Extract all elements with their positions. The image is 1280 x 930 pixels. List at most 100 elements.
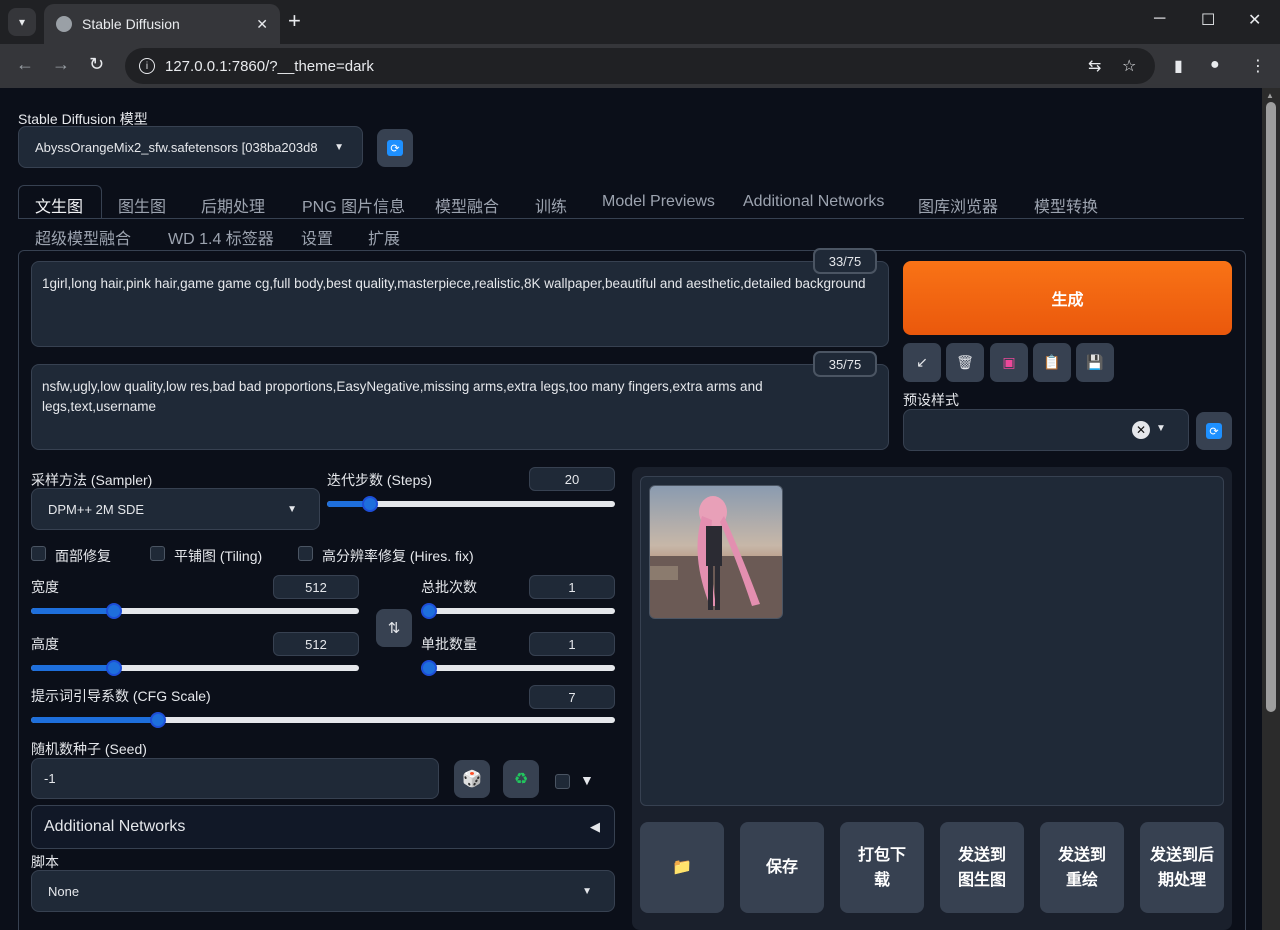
clear-prompt-button[interactable]: 🗑 (946, 343, 984, 382)
tab-extras[interactable]: 后期处理 (201, 193, 265, 217)
forward-icon[interactable]: → (52, 54, 70, 75)
steps-input[interactable]: 20 (529, 467, 615, 491)
extra-seed-checkbox[interactable] (555, 774, 570, 789)
translate-icon[interactable]: ⇆ (1088, 56, 1101, 76)
scroll-thumb[interactable] (1266, 102, 1276, 712)
send-to-inpaint-button[interactable]: 发送到重绘 (1040, 822, 1124, 913)
tab-super-merge[interactable]: 超级模型融合 (35, 225, 131, 249)
restore-faces-checkbox[interactable] (31, 546, 46, 561)
tab-settings[interactable]: 设置 (301, 225, 333, 249)
tab-extensions[interactable]: 扩展 (368, 225, 400, 249)
close-tab-icon[interactable]: ✕ (256, 16, 268, 33)
height-slider-knob[interactable] (106, 660, 122, 676)
width-slider[interactable] (31, 603, 359, 619)
additional-networks-accordion[interactable]: Additional Networks ◀ (31, 805, 615, 849)
extra-networks-button[interactable]: ▣ (990, 343, 1028, 382)
steps-slider[interactable] (327, 496, 615, 512)
cfg-input[interactable]: 7 (529, 685, 615, 709)
refresh-icon: ⟳ (1206, 423, 1222, 439)
back-icon[interactable]: ← (16, 54, 34, 75)
side-panel-icon[interactable]: ▮ (1174, 56, 1183, 76)
tab-train[interactable]: 训练 (535, 193, 567, 217)
site-info-icon[interactable]: i (139, 58, 155, 74)
tab-additional-networks[interactable]: Additional Networks (743, 193, 884, 211)
reuse-seed-button[interactable]: ♻ (503, 760, 539, 798)
tab-merge[interactable]: 模型融合 (435, 193, 499, 217)
read-params-button[interactable]: ↙ (903, 343, 941, 382)
clear-icon[interactable]: ✕ (1132, 421, 1150, 439)
reload-icon[interactable]: ↻ (89, 54, 104, 75)
sampler-select[interactable]: DPM++ 2M SDE ▼ (31, 488, 320, 530)
swap-dimensions-button[interactable]: ⇅ (376, 609, 412, 647)
cfg-label: 提示词引导系数 (CFG Scale) (31, 688, 211, 704)
tab-img2img[interactable]: 图生图 (118, 193, 166, 217)
recycle-icon: ♻ (513, 771, 529, 788)
width-slider-knob[interactable] (106, 603, 122, 619)
script-select[interactable]: None ▼ (31, 870, 615, 912)
script-label: 脚本 (31, 854, 59, 870)
browser-tab[interactable]: Stable Diffusion ✕ (44, 4, 280, 44)
positive-token-counter: 33/75 (813, 248, 877, 274)
close-window-icon[interactable]: ✕ (1248, 10, 1261, 30)
script-value: None (48, 883, 80, 899)
hires-fix-checkbox[interactable] (298, 546, 313, 561)
send-to-img2img-button[interactable]: 发送到图生图 (940, 822, 1024, 913)
height-slider[interactable] (31, 660, 359, 676)
seed-label: 随机数种子 (Seed) (31, 741, 147, 757)
menu-icon[interactable]: ⋮ (1250, 56, 1266, 76)
model-select[interactable]: AbyssOrangeMix2_sfw.safetensors [038ba20… (18, 126, 363, 168)
generate-button[interactable]: 生成 (903, 261, 1232, 335)
chevron-down-icon: ▼ (1156, 423, 1166, 434)
save-button[interactable]: 保存 (740, 822, 824, 913)
tab-png-info[interactable]: PNG 图片信息 (302, 193, 405, 217)
tab-model-convert[interactable]: 模型转换 (1034, 193, 1098, 217)
refresh-models-button[interactable]: ⟳ (377, 129, 413, 167)
batch-count-slider[interactable] (421, 603, 615, 619)
tab-image-browser[interactable]: 图库浏览器 (918, 193, 998, 217)
random-seed-button[interactable]: 🎲 (454, 760, 490, 798)
scroll-up-icon[interactable]: ▲ (1266, 91, 1274, 100)
save-style-button[interactable]: 💾 (1076, 343, 1114, 382)
generated-image-thumbnail[interactable] (649, 485, 783, 619)
height-input[interactable]: 512 (273, 632, 359, 656)
batch-size-slider[interactable] (421, 660, 615, 676)
tiling-checkbox[interactable] (150, 546, 165, 561)
tab-wd14-tagger[interactable]: WD 1.4 标签器 (168, 225, 274, 249)
apply-style-button[interactable]: 📋 (1033, 343, 1071, 382)
batch-size-input[interactable]: 1 (529, 632, 615, 656)
batch-size-slider-knob[interactable] (421, 660, 437, 676)
sampler-label: 采样方法 (Sampler) (31, 472, 153, 488)
tab-title: Stable Diffusion (82, 16, 180, 32)
arrow-down-left-icon: ↙ (916, 354, 928, 370)
triangle-down-icon[interactable]: ▼ (580, 772, 594, 788)
folder-icon: 📁 (672, 859, 692, 876)
new-tab-button[interactable]: + (288, 10, 301, 32)
restore-faces-label: 面部修复 (55, 548, 111, 564)
steps-slider-knob[interactable] (362, 496, 378, 512)
negative-prompt-textarea[interactable]: nsfw,ugly,low quality,low res,bad bad pr… (31, 364, 889, 450)
address-bar[interactable]: i 127.0.0.1:7860/?__theme=dark (125, 48, 1155, 84)
bookmark-star-icon[interactable]: ☆ (1122, 56, 1136, 76)
cfg-slider-knob[interactable] (150, 712, 166, 728)
batch-count-input[interactable]: 1 (529, 575, 615, 599)
tiling-label: 平铺图 (Tiling) (174, 548, 263, 564)
cfg-slider[interactable] (31, 712, 615, 728)
minimize-icon[interactable]: ─ (1154, 10, 1165, 28)
styles-dropdown[interactable]: ✕ ▼ (903, 409, 1189, 451)
batch-count-slider-knob[interactable] (421, 603, 437, 619)
refresh-styles-button[interactable]: ⟳ (1196, 412, 1232, 450)
url-text: 127.0.0.1:7860/?__theme=dark (165, 57, 374, 75)
tab-txt2img[interactable]: 文生图 (35, 193, 83, 217)
tab-model-previews[interactable]: Model Previews (602, 193, 715, 211)
anime-girl-image (650, 496, 782, 618)
profile-icon[interactable]: ● (1210, 56, 1220, 74)
page-scrollbar[interactable]: ▲ (1262, 88, 1280, 930)
zip-download-button[interactable]: 打包下载 (840, 822, 924, 913)
maximize-icon[interactable]: ☐ (1201, 10, 1215, 30)
open-folder-button[interactable]: 📁 (640, 822, 724, 913)
seed-input[interactable]: -1 (31, 758, 439, 799)
width-input[interactable]: 512 (273, 575, 359, 599)
positive-prompt-textarea[interactable]: 1girl,long hair,pink hair,game game cg,f… (31, 261, 889, 347)
tab-search-button[interactable]: ▾ (8, 8, 36, 36)
send-to-extras-button[interactable]: 发送到后期处理 (1140, 822, 1224, 913)
